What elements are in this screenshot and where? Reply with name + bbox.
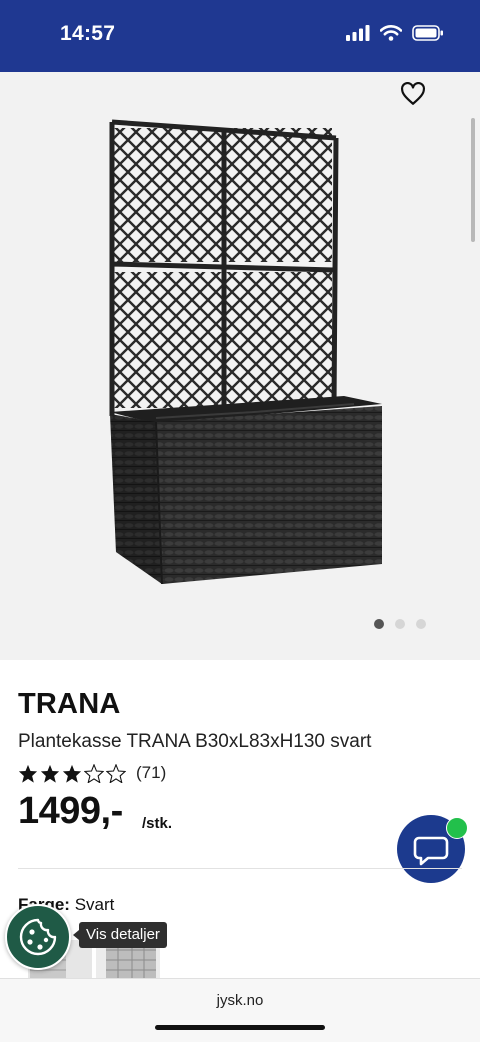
product-image (109, 119, 382, 585)
heart-icon[interactable] (400, 82, 426, 106)
star-filled-icon (62, 764, 82, 783)
price-unit: /stk. (142, 815, 173, 832)
cookie-icon (19, 918, 57, 956)
online-status-badge (446, 817, 468, 839)
status-time: 14:57 (60, 22, 116, 45)
scrollbar[interactable] (471, 118, 475, 242)
browser-bottom-bar (0, 978, 480, 1042)
star-empty-icon (84, 763, 104, 783)
color-value: Svart (74, 895, 115, 914)
cookie-settings-button[interactable] (5, 904, 71, 970)
pagination-dot-1[interactable] (374, 619, 384, 629)
signal-icon (346, 25, 370, 41)
star-filled-icon (18, 764, 38, 783)
gallery-pagination (374, 619, 426, 629)
pagination-dot-3[interactable] (416, 619, 426, 629)
pagination-dot-2[interactable] (395, 619, 405, 629)
product-name: Plantekasse TRANA B30xL83xH130 svart (18, 731, 372, 752)
wifi-icon (380, 25, 402, 41)
home-indicator[interactable] (155, 1025, 325, 1030)
divider (18, 868, 462, 869)
cookie-tooltip: Vis detaljer (73, 922, 167, 948)
star-empty-icon (106, 763, 126, 783)
product-rating[interactable]: (71) (18, 763, 166, 783)
product-brand: TRANA (18, 688, 121, 720)
url-display[interactable]: jysk.no (0, 992, 480, 1009)
battery-icon (412, 25, 443, 41)
product-price: 1499,- (18, 790, 123, 832)
star-filled-icon (40, 764, 60, 783)
status-bar: 14:57 (0, 0, 480, 72)
rating-count[interactable]: (71) (136, 763, 166, 783)
